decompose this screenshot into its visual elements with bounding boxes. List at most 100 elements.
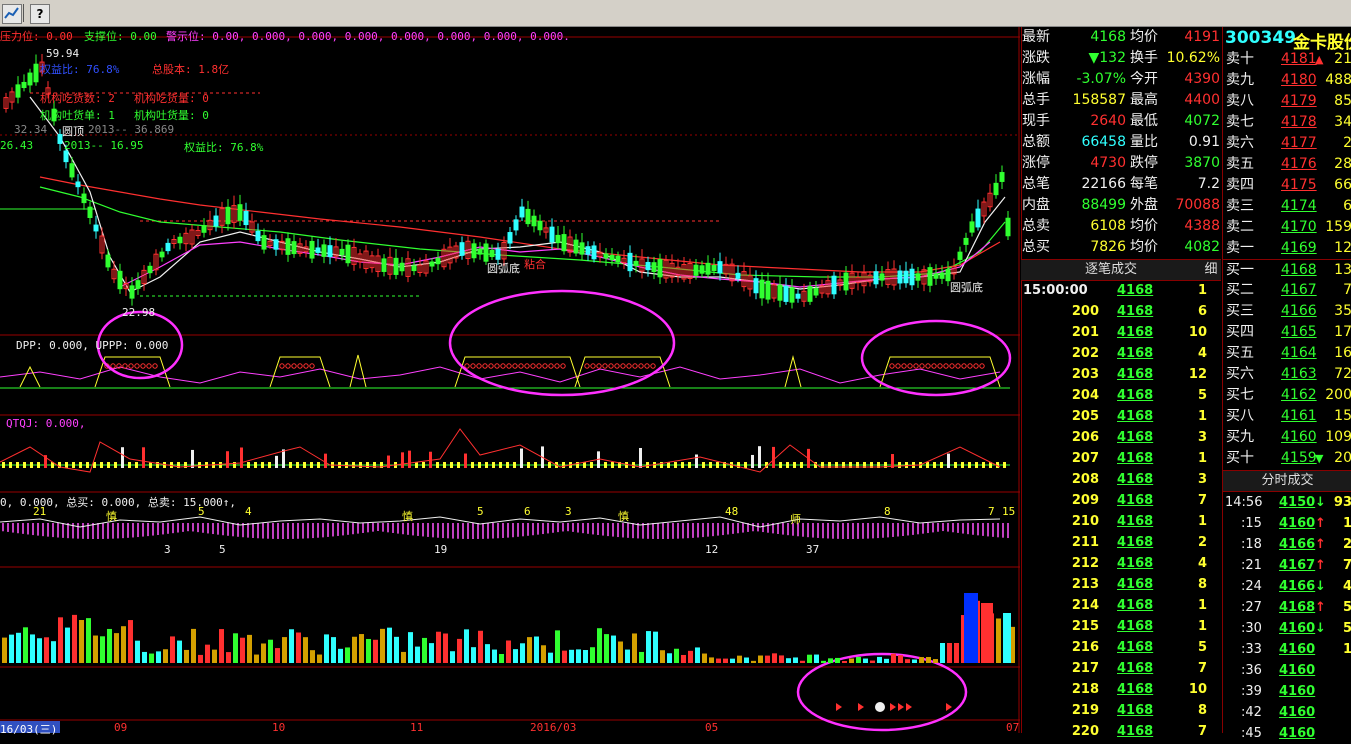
volume-bar: [163, 649, 168, 663]
order-book-row[interactable]: 卖十 4181 ▲ 21: [1223, 49, 1351, 70]
volume-bar: [926, 656, 931, 663]
intraday-row[interactable]: :24 4166 ↓ 4: [1223, 576, 1351, 597]
volume-bar: [646, 631, 651, 663]
qtqj-bar: [982, 462, 985, 468]
tick-row[interactable]: 15:00:00 4168 1: [1021, 280, 1221, 301]
volume-bar: [555, 630, 560, 663]
chart-icon[interactable]: [2, 4, 22, 24]
inst-buy-vol-label: 机构吃货量: 0: [134, 92, 209, 105]
help-button[interactable]: ?: [30, 4, 50, 24]
tick-row[interactable]: 214 4168 1: [1021, 595, 1221, 616]
intraday-header[interactable]: 分时成交: [1223, 470, 1351, 492]
order-book-row[interactable]: 卖八 4179 85: [1223, 91, 1351, 112]
intraday-row[interactable]: :33 4160 1: [1223, 639, 1351, 660]
order-book-row[interactable]: 买四 4165 17: [1223, 322, 1351, 343]
volume-bar: [219, 629, 224, 663]
qtqj-bar: [639, 447, 642, 468]
tick-row[interactable]: 219 4168 8: [1021, 700, 1221, 721]
tick-row[interactable]: 205 4168 1: [1021, 406, 1221, 427]
order-book-row[interactable]: 买七 4162 200: [1223, 385, 1351, 406]
intraday-row[interactable]: :30 4160 ↓ 5: [1223, 618, 1351, 639]
tick-row[interactable]: 206 4168 3: [1021, 427, 1221, 448]
dpp-mark: [620, 363, 626, 369]
book-volume: 15: [1334, 408, 1351, 424]
tick-row[interactable]: 218 4168 10: [1021, 679, 1221, 700]
highlight-ellipse-3: [860, 319, 1012, 397]
intraday-row[interactable]: :21 4167 ↑ 7: [1223, 555, 1351, 576]
tick-row[interactable]: 213 4168 8: [1021, 574, 1221, 595]
order-book-row[interactable]: 买二 4167 7: [1223, 280, 1351, 301]
order-book-row[interactable]: 卖二 4170 159: [1223, 217, 1351, 238]
book-level: 买十: [1226, 450, 1254, 466]
order-book-row[interactable]: 卖七 4178 34: [1223, 112, 1351, 133]
order-book-row[interactable]: 卖九 4180 488: [1223, 70, 1351, 91]
order-book-row[interactable]: 卖四 4175 66: [1223, 175, 1351, 196]
tick-time: 203: [1071, 367, 1099, 382]
order-book-row[interactable]: 卖五 4176 28: [1223, 154, 1351, 175]
panel3-bar: [37, 523, 39, 536]
panel3-bar: [627, 523, 629, 538]
order-book-row[interactable]: 卖六 4177 2: [1223, 133, 1351, 154]
tick-row[interactable]: 201 4168 10: [1021, 322, 1221, 343]
intraday-row[interactable]: :15 4160 ↑ 1: [1223, 513, 1351, 534]
dpp-mark: [925, 363, 931, 369]
volume-bar: [981, 603, 993, 663]
order-book-row[interactable]: 买八 4161 15: [1223, 406, 1351, 427]
tick-row[interactable]: 216 4168 5: [1021, 637, 1221, 658]
dpp-mark: [554, 363, 560, 369]
tick-row[interactable]: 207 4168 1: [1021, 448, 1221, 469]
intraday-row[interactable]: :18 4166 ↑ 2: [1223, 534, 1351, 555]
panel3-bar: [762, 523, 764, 533]
volume-bar: [240, 637, 245, 663]
book-arrow-icon: ▲: [1315, 53, 1324, 66]
book-price: 4165: [1281, 324, 1317, 340]
volume-bar: [408, 632, 413, 663]
tick-row[interactable]: 200 4168 6: [1021, 301, 1221, 322]
volume-bar: [338, 648, 343, 663]
panel3-white-line: [0, 516, 1001, 528]
order-book-row[interactable]: 卖三 4174 6: [1223, 196, 1351, 217]
volume-bar: [964, 593, 978, 663]
tick-row[interactable]: 208 4168 3: [1021, 469, 1221, 490]
order-book-row[interactable]: 买三 4166 35: [1223, 301, 1351, 322]
dpp-mark: [464, 363, 470, 369]
intraday-row[interactable]: :36 4160: [1223, 660, 1351, 681]
intraday-row[interactable]: :42 4160: [1223, 702, 1351, 723]
order-book-row[interactable]: 买六 4163 72: [1223, 364, 1351, 385]
intraday-row[interactable]: :39 4160: [1223, 681, 1351, 702]
order-book-row[interactable]: 卖一 4169 12: [1223, 238, 1351, 259]
panel3-bar: [532, 523, 534, 536]
order-book-row[interactable]: 买一 4168 13: [1223, 259, 1351, 281]
tick-row[interactable]: 204 4168 5: [1021, 385, 1221, 406]
tick-row[interactable]: 220 4168 7: [1021, 721, 1221, 742]
panel3-bar: [917, 523, 919, 535]
tick-time: 206: [1071, 430, 1099, 445]
panel3-bar: [362, 523, 364, 533]
intraday-row[interactable]: :45 4160: [1223, 723, 1351, 744]
tick-row[interactable]: 210 4168 1: [1021, 511, 1221, 532]
quote-value-2: 0.91: [1188, 134, 1220, 150]
kline-chart-area[interactable]: 压力位: 0.00 支撑位: 0.00 警示位: 0.00, 0.000, 0.…: [0, 27, 1020, 736]
order-book-row[interactable]: 买十 4159 ▼ 20: [1223, 448, 1351, 469]
tick-row[interactable]: 211 4168 2: [1021, 532, 1221, 553]
intraday-price: 4168: [1279, 600, 1316, 615]
ticks-header[interactable]: 逐笔成交: [1021, 259, 1201, 281]
tick-row[interactable]: 203 4168 12: [1021, 364, 1221, 385]
ticks-detail-tab[interactable]: 细: [1201, 259, 1221, 281]
panel3-bar: [867, 523, 869, 539]
intraday-row[interactable]: 14:56 4150 ↓ 93: [1223, 492, 1351, 513]
panel3-bar: [32, 523, 34, 536]
tick-row[interactable]: 215 4168 1: [1021, 616, 1221, 637]
tick-row[interactable]: 212 4168 4: [1021, 553, 1221, 574]
tick-row[interactable]: 209 4168 7: [1021, 490, 1221, 511]
order-book-row[interactable]: 买五 4164 16: [1223, 343, 1351, 364]
intraday-time: 14:56: [1225, 495, 1263, 510]
intraday-row[interactable]: :27 4168 ↑ 5: [1223, 597, 1351, 618]
tick-time: 208: [1071, 472, 1099, 487]
qtqj-bar: [464, 453, 467, 468]
order-book-row[interactable]: 买九 4160 109: [1223, 427, 1351, 448]
dpp-mark: [955, 363, 961, 369]
tick-row[interactable]: 217 4168 7: [1021, 658, 1221, 679]
panel3-bar: [1007, 523, 1009, 539]
tick-row[interactable]: 202 4168 4: [1021, 343, 1221, 364]
